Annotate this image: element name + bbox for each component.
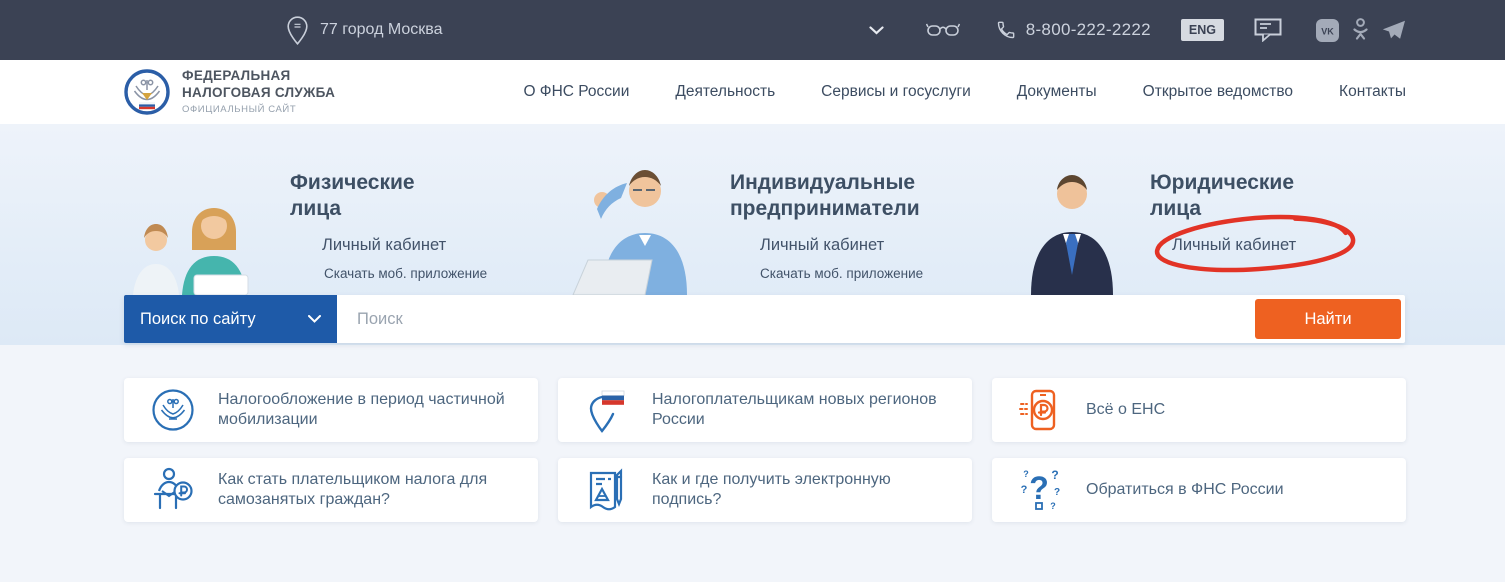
site-header: ФЕДЕРАЛЬНАЯ НАЛОГОВАЯ СЛУЖБА ОФИЦИАЛЬНЫЙ… (0, 60, 1505, 124)
individuals-cabinet-link[interactable]: Личный кабинет (322, 236, 446, 255)
executive-photo (1008, 167, 1136, 300)
card-new-regions[interactable]: Налогоплательщикам новых регионов России (558, 378, 972, 442)
card-ens[interactable]: Всё о ЕНС (992, 378, 1406, 442)
nav-about-fns[interactable]: О ФНС России (523, 83, 629, 101)
category-entrepreneurs-title: Индивидуальные предприниматели (730, 170, 965, 222)
accessibility-glasses-icon[interactable] (926, 22, 960, 38)
fns-emblem (124, 69, 170, 115)
search-input[interactable] (337, 295, 1251, 343)
search-scope-label: Поиск по сайту (140, 310, 308, 329)
chevron-down-icon (308, 315, 321, 323)
region-selector[interactable]: 77 город Москва (287, 16, 442, 45)
card-label: Как стать плательщиком налога для самоза… (218, 470, 518, 510)
svg-text:VK: VK (1321, 26, 1334, 36)
category-individuals-title: Физические лица (290, 170, 455, 222)
nav-contacts[interactable]: Контакты (1339, 83, 1406, 101)
search-scope-select[interactable]: Поиск по сайту (124, 295, 337, 343)
vk-icon[interactable]: VK (1316, 19, 1339, 42)
card-label: Обратиться в ФНС России (1086, 480, 1284, 500)
svg-text:?: ? (1021, 484, 1028, 496)
category-legal-entities-title: Юридические лица (1150, 170, 1325, 222)
search-submit-button[interactable]: Найти (1255, 299, 1401, 339)
quick-links-grid: Налогообложение в период частичной мобил… (124, 345, 1406, 522)
svg-text:?: ? (1054, 487, 1060, 498)
card-contact-fns[interactable]: ? ? ? ? ? ? Обратиться в ФНС России (992, 458, 1406, 522)
phone-ruble-icon (1018, 388, 1064, 432)
phone-link[interactable]: 8-800-222-2222 (996, 20, 1151, 40)
fns-logo[interactable]: ФЕДЕРАЛЬНАЯ НАЛОГОВАЯ СЛУЖБА ОФИЦИАЛЬНЫЙ… (124, 68, 335, 116)
phone-number: 8-800-222-2222 (1026, 20, 1151, 40)
question-marks-icon: ? ? ? ? ? ? (1018, 467, 1064, 513)
individuals-app-link[interactable]: Скачать моб. приложение (324, 266, 487, 281)
nav-services[interactable]: Сервисы и госуслуги (821, 83, 971, 101)
nav-documents[interactable]: Документы (1017, 83, 1097, 101)
hero-section: Физические лица Личный кабинет Скачать м… (0, 124, 1505, 345)
nav-open-agency[interactable]: Открытое ведомство (1143, 83, 1293, 101)
entrepreneurs-cabinet-link[interactable]: Личный кабинет (760, 236, 884, 255)
topbar: 77 город Москва 8-800-222-2222 ENG VK (0, 0, 1505, 60)
nav-activity[interactable]: Деятельность (675, 83, 775, 101)
chevron-down-icon[interactable] (869, 26, 884, 35)
chat-icon[interactable] (1254, 18, 1284, 42)
search-bar: Поиск по сайту Найти (124, 295, 1405, 343)
org-name-line2: НАЛОГОВАЯ СЛУЖБА (182, 85, 335, 102)
phone-icon (996, 20, 1016, 40)
individuals-photo (118, 190, 290, 300)
card-mobilization[interactable]: Налогообложение в период частичной мобил… (124, 378, 538, 442)
org-subtitle: ОФИЦИАЛЬНЫЙ САЙТ (182, 104, 335, 116)
document-signature-icon (584, 467, 630, 513)
org-name-line1: ФЕДЕРАЛЬНАЯ (182, 68, 335, 85)
telegram-icon[interactable] (1382, 20, 1406, 41)
language-toggle[interactable]: ENG (1181, 19, 1224, 41)
svg-text:?: ? (1029, 470, 1049, 506)
main-nav: О ФНС России Деятельность Сервисы и госу… (523, 83, 1406, 101)
card-label: Налогообложение в период частичной мобил… (218, 390, 518, 430)
card-label: Как и где получить электронную подпись? (652, 470, 952, 510)
map-pin-flag-icon (584, 387, 630, 433)
card-label: Налогоплательщикам новых регионов России (652, 390, 952, 430)
card-e-signature[interactable]: Как и где получить электронную подпись? (558, 458, 972, 522)
card-label: Всё о ЕНС (1086, 400, 1165, 420)
legal-entities-cabinet-link[interactable]: Личный кабинет (1172, 236, 1296, 255)
svg-text:?: ? (1023, 469, 1029, 479)
entrepreneurs-app-link[interactable]: Скачать моб. приложение (760, 266, 923, 281)
svg-text:?: ? (1051, 468, 1058, 482)
location-pin-icon (287, 16, 308, 45)
fns-emblem-icon (150, 388, 196, 432)
entrepreneur-photo (545, 159, 740, 300)
svg-text:?: ? (1050, 501, 1056, 511)
self-employed-ruble-icon (150, 467, 196, 513)
odnoklassniki-icon[interactable] (1353, 18, 1368, 42)
region-label: 77 город Москва (320, 21, 442, 39)
card-self-employed[interactable]: Как стать плательщиком налога для самоза… (124, 458, 538, 522)
